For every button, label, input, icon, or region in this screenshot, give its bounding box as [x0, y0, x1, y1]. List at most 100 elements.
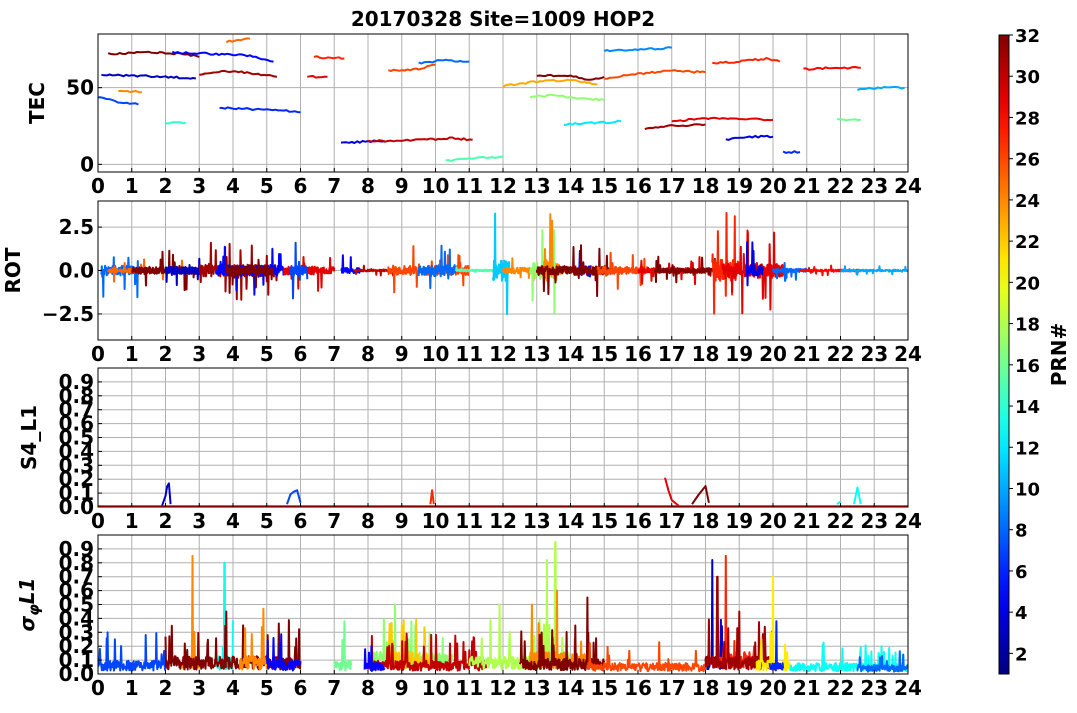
x-tick-label: 10	[422, 342, 450, 366]
colorbar-tick-label: 14	[1015, 397, 1040, 418]
x-tick-label: 18	[692, 174, 720, 198]
x-tick-label: 16	[624, 509, 652, 533]
y-tick-label: −2.5	[42, 302, 94, 326]
x-tick-label: 23	[860, 342, 888, 366]
x-tick-label: 8	[361, 676, 375, 700]
x-tick-label: 24	[894, 676, 922, 700]
x-tick-label: 22	[827, 342, 855, 366]
colorbar-tick-label: 22	[1015, 232, 1040, 253]
x-tick-label: 13	[523, 174, 551, 198]
colorbar-tick-label: 26	[1015, 150, 1040, 171]
x-tick-label: 11	[455, 342, 483, 366]
x-tick-label: 1	[125, 342, 139, 366]
x-tick-label: 11	[455, 509, 483, 533]
x-tick-label: 15	[590, 174, 618, 198]
x-tick-label: 17	[658, 509, 686, 533]
colorbar-tick-label: 32	[1015, 26, 1040, 47]
x-tick-label: 19	[725, 342, 753, 366]
x-tick-label: 8	[361, 509, 375, 533]
x-tick-label: 10	[422, 676, 450, 700]
x-tick-label: 8	[361, 342, 375, 366]
colorbar-tick-label: 30	[1015, 67, 1040, 88]
x-tick-label: 1	[125, 676, 139, 700]
x-tick-label: 6	[294, 509, 308, 533]
x-tick-label: 4	[226, 174, 240, 198]
x-tick-label: 24	[894, 174, 922, 198]
colorbar-label: PRN#	[1047, 323, 1071, 387]
x-tick-label: 4	[226, 342, 240, 366]
x-tick-label: 6	[294, 676, 308, 700]
x-tick-label: 15	[590, 676, 618, 700]
x-tick-label: 5	[260, 509, 274, 533]
x-tick-label: 3	[192, 509, 206, 533]
x-tick-label: 12	[489, 676, 517, 700]
y-tick-label: 50	[66, 76, 94, 100]
x-tick-label: 12	[489, 509, 517, 533]
x-tick-label: 1	[125, 509, 139, 533]
x-tick-label: 21	[793, 174, 821, 198]
x-tick-label: 4	[226, 676, 240, 700]
x-tick-label: 24	[894, 509, 922, 533]
x-tick-label: 17	[658, 676, 686, 700]
x-tick-label: 14	[557, 676, 585, 700]
panel-2: 0 1 2 3 4 5 6 7 8 9 10 11 12 13 14 15 16 17 18 19 20 21 22 23 24…	[1, 200, 922, 366]
panel-1: 0 1 2 3 4 5 6 7 8 9 10 11 12 13 14 15 16 17 18 19 20 21 22 23 24…	[25, 33, 922, 198]
x-tick-label: 7	[327, 174, 341, 198]
x-tick-label: 12	[489, 174, 517, 198]
x-tick-label: 16	[624, 174, 652, 198]
x-tick-label: 22	[827, 676, 855, 700]
x-tick-label: 19	[725, 174, 753, 198]
x-tick-label: 4	[226, 509, 240, 533]
colorbar-tick-label: 8	[1015, 521, 1028, 542]
x-tick-label: 5	[260, 174, 274, 198]
x-tick-label: 5	[260, 342, 274, 366]
x-tick-label: 13	[523, 676, 551, 700]
colorbar-tick-label: 6	[1015, 562, 1028, 583]
figure: 20170328 Site=1009 HOP2 0 1 2 3 4 5 6 7 8 9 10 11 12…	[0, 0, 1077, 709]
y-axis-label: ROT	[1, 247, 25, 293]
x-tick-label: 3	[192, 174, 206, 198]
x-tick-label: 2	[159, 509, 173, 533]
x-tick-label: 23	[860, 174, 888, 198]
x-tick-label: 21	[793, 676, 821, 700]
y-tick-label: 0.9	[59, 537, 94, 561]
series-prn-16	[836, 118, 861, 122]
y-tick-label: 0.9	[59, 370, 94, 394]
x-tick-label: 23	[860, 509, 888, 533]
figure-title: 20170328 Site=1009 HOP2	[351, 7, 655, 31]
x-tick-label: 22	[827, 174, 855, 198]
panel-3: 0 1 2 3 4 5 6 7 8 9 10 11 12 13 14 15 16 17 18 19 20 21 22 23 24…	[17, 367, 922, 533]
x-tick-label: 5	[260, 676, 274, 700]
x-tick-label: 11	[455, 676, 483, 700]
x-tick-label: 19	[725, 676, 753, 700]
x-tick-label: 20	[759, 509, 787, 533]
x-tick-label: 11	[455, 174, 483, 198]
x-tick-label: 10	[422, 509, 450, 533]
x-tick-label: 7	[327, 342, 341, 366]
x-tick-label: 2	[159, 342, 173, 366]
x-tick-label: 14	[557, 509, 585, 533]
x-tick-label: 9	[395, 174, 409, 198]
x-tick-label: 6	[294, 342, 308, 366]
x-tick-label: 14	[557, 342, 585, 366]
colorbar-tick-label: 28	[1015, 108, 1040, 129]
x-tick-label: 0	[91, 342, 105, 366]
x-tick-label: 13	[523, 509, 551, 533]
colorbar: 2468101214161820222426283032PRN#	[998, 26, 1071, 675]
x-tick-label: 13	[523, 342, 551, 366]
x-tick-label: 15	[590, 342, 618, 366]
x-tick-label: 2	[159, 676, 173, 700]
y-tick-label: 0	[80, 152, 94, 176]
x-tick-label: 0	[91, 174, 105, 198]
x-tick-label: 18	[692, 676, 720, 700]
x-tick-label: 18	[692, 509, 720, 533]
x-tick-label: 2	[159, 174, 173, 198]
x-tick-label: 17	[658, 174, 686, 198]
y-axis-label: σφL1	[15, 578, 43, 632]
x-tick-label: 3	[192, 676, 206, 700]
x-tick-label: 19	[725, 509, 753, 533]
colorbar-tick-label: 18	[1015, 315, 1040, 336]
x-tick-label: 23	[860, 676, 888, 700]
colorbar-tick-label: 4	[1015, 603, 1028, 624]
x-tick-label: 1	[125, 174, 139, 198]
